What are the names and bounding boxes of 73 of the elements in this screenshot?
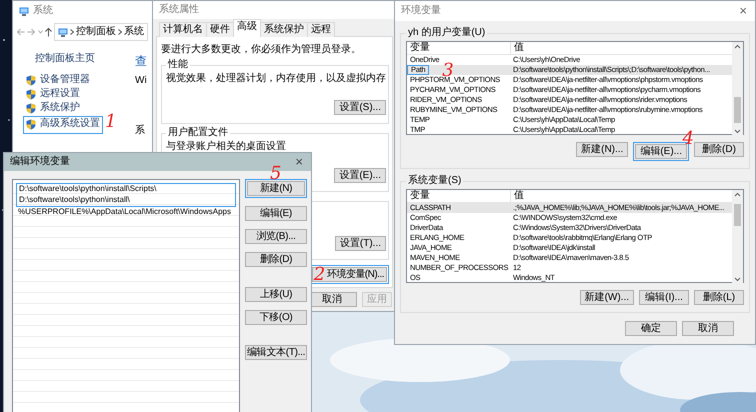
sidebar-item[interactable]: 远程设置 bbox=[25, 88, 135, 100]
sidebar-item[interactable]: 系统保护 bbox=[25, 102, 135, 114]
group-title: 性能 bbox=[166, 59, 190, 71]
sidebar-item[interactable]: 高级系统设置 bbox=[25, 118, 101, 130]
text-fragment: Wi bbox=[135, 75, 148, 87]
chevron-icon bbox=[118, 29, 122, 35]
group-text: 视觉效果，处理器计划，内存使用，以及虚拟内存 bbox=[166, 73, 386, 85]
dialog-button[interactable]: 新建(N) bbox=[247, 181, 305, 196]
settings-button[interactable]: 设置(S)... bbox=[334, 100, 386, 115]
annotation-number: 1 bbox=[105, 113, 116, 131]
sidebar-label: 系统保护 bbox=[40, 102, 80, 114]
link-text[interactable]: 查 bbox=[135, 55, 153, 67]
path-entry[interactable]: D:\software\tools\python\install\ bbox=[17, 195, 235, 206]
sidebar-item[interactable]: 设备管理器 bbox=[25, 74, 135, 86]
address-bar[interactable]: 控制面板 系统 bbox=[54, 23, 148, 41]
window-title: 系统 bbox=[33, 5, 53, 17]
tab[interactable]: 远程 bbox=[307, 22, 335, 37]
notice-text: 要进行大多数更改，你必须作为管理员登录。 bbox=[161, 44, 362, 56]
window-title: 编辑环境变量 bbox=[10, 156, 70, 168]
settings-button[interactable]: 设置(T)... bbox=[334, 236, 386, 251]
dialog-button[interactable]: 删除(D) bbox=[694, 142, 744, 157]
dialog-button[interactable]: 删除(D) bbox=[245, 252, 307, 267]
dialog-button[interactable]: 编辑(E)... bbox=[635, 144, 687, 159]
dialog-button[interactable]: 下移(O) bbox=[245, 310, 307, 325]
path-entry[interactable]: %USERPROFILE%\AppData\Local\Microsoft\WindowsApps bbox=[16, 207, 236, 218]
annotation-number: 5 bbox=[270, 165, 282, 183]
computer-icon bbox=[19, 6, 29, 16]
path-entry[interactable]: D:\software\tools\python\install\Scripts\ bbox=[17, 184, 235, 195]
annotation-number: 2 bbox=[314, 266, 326, 284]
back-icon[interactable] bbox=[16, 28, 25, 36]
up-icon[interactable] bbox=[45, 27, 52, 37]
scrollbar[interactable] bbox=[732, 42, 743, 136]
text-fragment: 系 bbox=[135, 125, 146, 137]
dialog-button[interactable]: 取消 bbox=[682, 321, 734, 336]
sidebar-label: 设备管理器 bbox=[40, 74, 90, 86]
dialog-button[interactable]: 删除(L) bbox=[694, 290, 744, 305]
close-button[interactable]: × bbox=[737, 4, 749, 18]
tab[interactable]: 高级 bbox=[233, 19, 261, 37]
sidebar-link[interactable]: 控制面板主页 bbox=[35, 53, 135, 65]
dialog-button[interactable]: 编辑(E) bbox=[245, 206, 307, 221]
group-title: 用户配置文件 bbox=[166, 127, 230, 139]
shield-icon bbox=[26, 74, 36, 86]
sidebar-label: 远程设置 bbox=[40, 88, 80, 100]
dialog-button[interactable]: 编辑文本(T)... bbox=[245, 345, 307, 360]
tab[interactable]: 计算机名 bbox=[159, 22, 207, 37]
computer-icon bbox=[58, 28, 68, 36]
group-text: 与登录账户相关的桌面设置 bbox=[166, 141, 287, 153]
chevron-icon bbox=[70, 29, 74, 35]
scrollbar[interactable] bbox=[732, 190, 743, 284]
settings-button[interactable]: 设置(E)... bbox=[334, 168, 386, 183]
column-header[interactable]: 值 bbox=[511, 190, 527, 202]
tab[interactable]: 硬件 bbox=[206, 22, 234, 37]
shield-icon bbox=[26, 88, 36, 100]
dialog-button[interactable]: 新建(W)... bbox=[580, 290, 634, 305]
group-title: 系统变量(S) bbox=[406, 175, 464, 187]
breadcrumb[interactable]: 系统 bbox=[124, 26, 144, 38]
dialog-button[interactable]: 编辑(I)... bbox=[639, 290, 689, 305]
group-title: yh 的用户变量(U) bbox=[406, 27, 488, 39]
dialog-button[interactable]: 浏览(B)... bbox=[245, 229, 307, 244]
forward-icon[interactable] bbox=[27, 28, 36, 36]
dialog-button[interactable]: 确定 bbox=[625, 321, 677, 336]
breadcrumb[interactable]: 控制面板 bbox=[76, 26, 116, 38]
shield-icon bbox=[26, 102, 36, 114]
window-title: 系统属性 bbox=[159, 4, 199, 16]
column-header[interactable]: 值 bbox=[511, 42, 527, 54]
window-title: 环境变量 bbox=[401, 5, 441, 17]
dropdown-caret-icon[interactable] bbox=[38, 30, 43, 34]
tab[interactable]: 系统保护 bbox=[260, 22, 308, 37]
sidebar-label: 高级系统设置 bbox=[40, 118, 100, 130]
dialog-button[interactable]: 新建(N)... bbox=[576, 142, 628, 157]
shield-icon bbox=[26, 118, 36, 130]
close-button[interactable]: × bbox=[293, 155, 305, 169]
dialog-button[interactable]: 上移(U) bbox=[245, 287, 307, 302]
